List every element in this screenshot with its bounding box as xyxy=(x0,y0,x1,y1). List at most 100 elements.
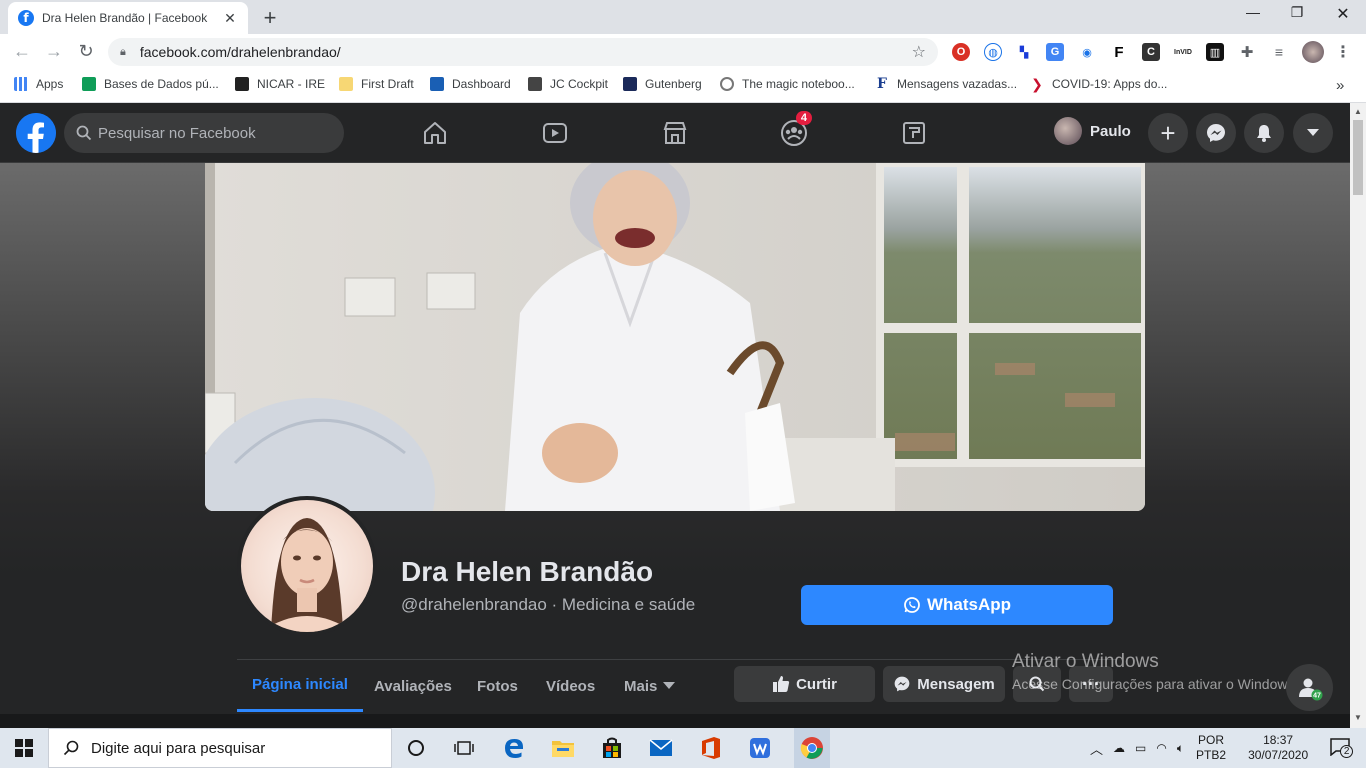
extension-blocks-icon[interactable]: ▚ xyxy=(1015,43,1033,61)
bookmark-star-icon[interactable]: ☆ xyxy=(912,42,926,62)
windows-start-button[interactable] xyxy=(0,728,48,768)
tab-title: Dra Helen Brandão | Facebook xyxy=(42,11,208,25)
page-scrollbar[interactable]: ▲ ▼ xyxy=(1350,103,1366,728)
file-explorer-icon[interactable] xyxy=(549,734,577,762)
bookmark-bases-de-dados[interactable]: Bases de Dados pú... xyxy=(82,77,219,91)
close-window-button[interactable]: ✕ xyxy=(1320,4,1366,24)
page-profile-picture[interactable] xyxy=(237,496,377,636)
microsoft-store-icon[interactable] xyxy=(598,734,626,762)
mail-icon[interactable] xyxy=(647,734,675,762)
battery-icon[interactable]: ▭ xyxy=(1135,741,1146,755)
forward-button[interactable]: → xyxy=(42,41,66,62)
groups-icon[interactable]: 4 xyxy=(774,111,814,149)
facebook-logo-icon[interactable] xyxy=(16,113,56,153)
contacts-icon: 47 xyxy=(1298,678,1322,700)
whatsapp-button[interactable]: WhatsApp xyxy=(801,585,1113,625)
keyboard-layout: PTB2 xyxy=(1196,748,1227,762)
cover-photo[interactable] xyxy=(205,163,1145,511)
extension-eye-icon[interactable]: ◉ xyxy=(1078,43,1096,61)
language-indicator[interactable]: POR PTB2 xyxy=(1196,733,1226,763)
bookmark-label: First Draft xyxy=(361,77,414,91)
close-tab-icon[interactable]: ✕ xyxy=(222,10,238,27)
tab-label: Fotos xyxy=(477,677,518,695)
extension-invid-icon[interactable]: InVID xyxy=(1174,43,1192,61)
facebook-search-input[interactable] xyxy=(98,124,328,142)
bookmark-nicar-ire[interactable]: NICAR - IRE xyxy=(235,77,325,91)
jc-icon xyxy=(528,77,542,91)
lock-icon: 🔒︎ xyxy=(120,45,126,58)
scrollbar-thumb[interactable] xyxy=(1353,120,1363,195)
extensions-puzzle-icon[interactable]: ✚ xyxy=(1238,43,1256,61)
account-menu-caret-icon[interactable] xyxy=(1293,113,1333,153)
cortana-icon[interactable] xyxy=(402,734,430,762)
chrome-menu-icon[interactable]: ⋮ xyxy=(1334,43,1352,61)
tab-label: Página inicial xyxy=(252,676,348,693)
bookmark-dashboard[interactable]: Dashboard xyxy=(430,77,511,91)
bookmark-label: Mensagens vazadas... xyxy=(897,77,1018,91)
back-button[interactable]: ← xyxy=(10,41,34,62)
extension-translate-icon[interactable]: G xyxy=(1046,43,1064,61)
new-message-contacts-button[interactable]: 47 xyxy=(1286,664,1333,711)
home-icon[interactable] xyxy=(415,117,455,149)
extension-globe-icon[interactable]: ◍ xyxy=(984,43,1002,61)
bookmark-first-draft[interactable]: First Draft xyxy=(339,77,414,91)
bookmark-mensagens-vazadas[interactable]: F Mensagens vazadas... xyxy=(875,77,1017,91)
action-center-notifications-icon[interactable]: 2 xyxy=(1330,737,1354,759)
restore-button[interactable]: ❐ xyxy=(1274,4,1320,21)
office-icon[interactable] xyxy=(697,734,725,762)
browser-tab[interactable]: f Dra Helen Brandão | Facebook ✕ xyxy=(8,2,248,34)
notifications-bell-icon[interactable] xyxy=(1244,113,1284,153)
onedrive-cloud-icon[interactable]: ☁ xyxy=(1113,741,1125,755)
apps-grid-icon xyxy=(14,77,28,91)
chrome-profile-avatar[interactable] xyxy=(1302,41,1324,63)
address-bar[interactable]: 🔒︎ facebook.com/drahelenbrandao/ ☆ xyxy=(108,38,938,66)
extension-ct-icon[interactable]: C xyxy=(1142,43,1160,61)
sheets-icon xyxy=(82,77,96,91)
messenger-icon[interactable] xyxy=(1196,113,1236,153)
like-page-button[interactable]: Curtir xyxy=(734,666,875,702)
bookmark-apps[interactable]: Apps xyxy=(14,77,63,91)
new-tab-button[interactable]: + xyxy=(258,5,282,31)
media-control-icon[interactable]: ≡ xyxy=(1270,43,1288,61)
wps-writer-icon[interactable] xyxy=(746,734,774,762)
message-page-button[interactable]: Mensagem xyxy=(883,666,1005,702)
system-tray: ︿ ☁ ▭ ◠ 🔈︎ POR PTB2 18:37 30/07/2020 2 xyxy=(1090,728,1354,768)
profile-shortcut[interactable]: Paulo xyxy=(1054,117,1131,145)
edge-browser-icon[interactable] xyxy=(500,734,528,762)
clock[interactable]: 18:37 30/07/2020 xyxy=(1248,733,1308,763)
taskbar-search-placeholder: Digite aqui para pesquisar xyxy=(91,739,266,757)
wifi-icon[interactable]: ◠ xyxy=(1156,741,1166,755)
facebook-navbar: 4 Paulo + xyxy=(0,103,1350,163)
tab-mais[interactable]: Mais xyxy=(609,660,690,712)
chevron-red-icon: ❯ xyxy=(1030,76,1044,92)
reload-button[interactable]: ↻ xyxy=(74,41,98,62)
task-view-icon[interactable] xyxy=(450,734,478,762)
tab-fotos[interactable]: Fotos xyxy=(462,660,533,712)
bookmark-magic-notebook[interactable]: The magic noteboo... xyxy=(720,77,855,91)
facebook-search-box[interactable] xyxy=(64,113,344,153)
taskbar-search-box[interactable]: Digite aqui para pesquisar xyxy=(48,728,392,768)
bookmark-covid-apps[interactable]: ❯ COVID-19: Apps do... xyxy=(1030,77,1167,91)
message-label: Mensagem xyxy=(917,675,995,693)
scroll-up-arrow-icon[interactable]: ▲ xyxy=(1354,107,1362,116)
bookmark-jc-cockpit[interactable]: JC Cockpit xyxy=(528,77,608,91)
extension-archive-icon[interactable]: ▥ xyxy=(1206,43,1224,61)
bookmark-gutenberg[interactable]: Gutenberg xyxy=(623,77,702,91)
show-hidden-icons-chevron-icon[interactable]: ︿ xyxy=(1090,739,1103,758)
bookmarks-overflow-button[interactable]: » xyxy=(1336,77,1344,94)
tab-videos[interactable]: Vídeos xyxy=(531,660,610,712)
extension-opera-icon[interactable]: O xyxy=(952,43,970,61)
extension-f-icon[interactable]: F xyxy=(1110,43,1128,61)
scroll-down-arrow-icon[interactable]: ▼ xyxy=(1354,713,1362,722)
windows-taskbar: Digite aqui para pesquisar ︿ ☁ ▭ ◠ 🔈︎ PO… xyxy=(0,728,1366,768)
watch-video-icon[interactable] xyxy=(535,117,575,149)
tab-avaliacoes[interactable]: Avaliações xyxy=(359,660,467,712)
chrome-taskbar-icon[interactable] xyxy=(794,728,830,768)
watermark-title: Ativar o Windows xyxy=(1012,651,1159,672)
volume-speaker-icon[interactable]: 🔈︎ xyxy=(1177,741,1184,756)
create-plus-button[interactable]: + xyxy=(1148,113,1188,153)
tab-pagina-inicial[interactable]: Página inicial xyxy=(237,660,363,712)
marketplace-icon[interactable] xyxy=(655,117,695,149)
minimize-button[interactable]: — xyxy=(1230,4,1276,20)
gaming-icon[interactable] xyxy=(894,117,934,149)
